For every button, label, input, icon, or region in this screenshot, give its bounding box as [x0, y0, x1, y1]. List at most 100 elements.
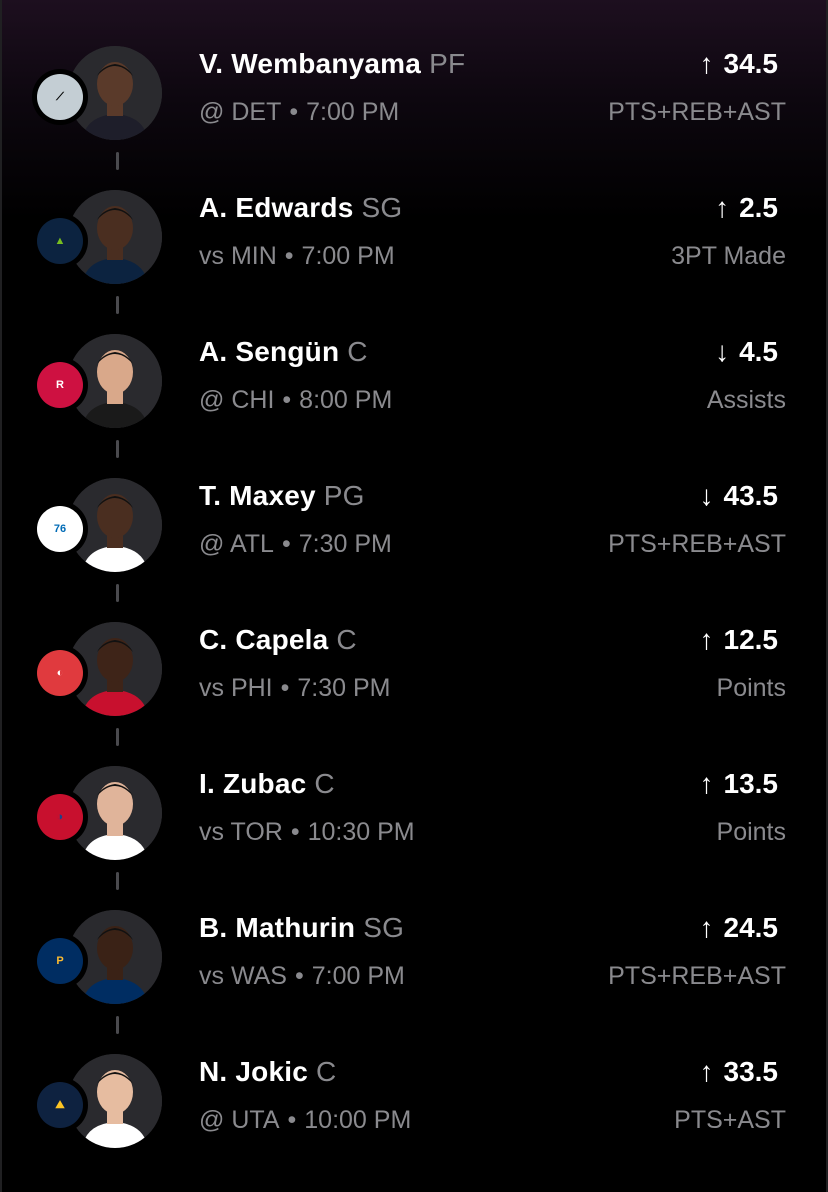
line-value: 4.5	[739, 336, 778, 367]
player-position: C	[315, 1056, 337, 1087]
game-time: 10:30 PM	[307, 818, 415, 846]
projection-line: ↓ 4.5	[715, 336, 778, 368]
projection-line: ↑ 33.5	[700, 1056, 779, 1088]
player-position: SG	[361, 192, 403, 223]
game-time: 7:30 PM	[298, 530, 392, 558]
team-logo-mark: ◐	[37, 650, 83, 696]
game-time: 8:00 PM	[299, 386, 393, 414]
game-info: @ ATL • 7:30 PM	[199, 530, 392, 559]
projection-line: ↑ 34.5	[700, 48, 779, 80]
pick-row[interactable]: ⛰ N. Jokic C @ UTA • 10:00 PM ↑ 33.5 PTS+AST	[0, 1048, 828, 1192]
projection-line: ↑ 2.5	[715, 192, 778, 224]
game-info: @ DET • 7:00 PM	[199, 98, 399, 127]
player-name: A. Edwards	[199, 192, 354, 223]
game-time: 7:30 PM	[297, 674, 391, 702]
projection-line: ↑ 12.5	[700, 624, 779, 656]
opponent: ATL	[229, 530, 274, 558]
pick-row[interactable]: ◑ I. Zubac C vs TOR • 10:30 PM ↑ 13.5 Points	[0, 760, 828, 904]
opponent: CHI	[231, 386, 275, 414]
player-position: C	[347, 336, 368, 367]
venue-label: @	[199, 386, 225, 414]
player-position: PG	[323, 480, 365, 511]
player-name-line: N. Jokic C	[199, 1056, 336, 1088]
game-info: @ CHI • 8:00 PM	[199, 386, 392, 415]
player-name-line: A. Sengün C	[199, 336, 368, 368]
76ers-logo-icon: 76	[32, 501, 88, 557]
player-name: N. Jokic	[199, 1056, 308, 1087]
arrow-up-icon: ↑	[699, 624, 714, 655]
arrow-down-icon: ↓	[699, 480, 714, 511]
timeline-connector	[116, 584, 119, 602]
timeline-connector	[116, 728, 119, 746]
separator-dot: •	[280, 674, 290, 702]
player-position: SG	[363, 912, 405, 943]
arrow-up-icon: ↑	[699, 768, 714, 799]
team-logo-mark: ▲	[37, 218, 83, 264]
stat-type: PTS+REB+AST	[608, 962, 786, 990]
player-name-line: T. Maxey PG	[199, 480, 365, 512]
team-logo-mark: P	[37, 938, 83, 984]
separator-dot: •	[289, 98, 299, 126]
game-info: vs TOR • 10:30 PM	[199, 818, 415, 847]
player-name: I. Zubac	[199, 768, 307, 799]
player-position: C	[314, 768, 335, 799]
separator-dot: •	[284, 242, 294, 270]
arrow-up-icon: ↑	[699, 912, 714, 943]
separator-dot: •	[287, 1106, 297, 1134]
game-info: vs MIN • 7:00 PM	[199, 242, 395, 271]
stat-type: Assists	[706, 386, 786, 414]
arrow-down-icon: ↓	[715, 336, 730, 367]
pick-row[interactable]: ◐ C. Capela C vs PHI • 7:30 PM ↑ 12.5 Points	[0, 616, 828, 760]
separator-dot: •	[290, 818, 300, 846]
clippers-logo-icon: ◑	[32, 789, 88, 845]
player-position: PF	[429, 48, 466, 79]
game-info: @ UTA • 10:00 PM	[199, 1106, 411, 1135]
opponent: MIN	[230, 242, 277, 270]
venue-label: vs	[199, 674, 224, 702]
arrow-up-icon: ↑	[699, 48, 714, 79]
timeline-connector	[116, 1016, 119, 1034]
venue-label: @	[199, 1106, 225, 1134]
timeline-connector	[116, 296, 119, 314]
separator-dot: •	[281, 530, 291, 558]
player-name: A. Sengün	[199, 336, 340, 367]
pick-row[interactable]: 76 T. Maxey PG @ ATL • 7:30 PM ↓ 43.5 PTS+RE…	[0, 472, 828, 616]
game-time: 7:00 PM	[311, 962, 405, 990]
line-value: 24.5	[723, 912, 779, 943]
pick-row[interactable]: P B. Mathurin SG vs WAS • 7:00 PM ↑ 24.5 PTS…	[0, 904, 828, 1048]
timeline-connector	[116, 440, 119, 458]
opponent: UTA	[231, 1106, 280, 1134]
line-value: 12.5	[723, 624, 779, 655]
pick-row[interactable]: ▲ A. Edwards SG vs MIN • 7:00 PM ↑ 2.5 3PT M…	[0, 184, 828, 328]
game-info: vs PHI • 7:30 PM	[199, 674, 391, 703]
timeline-connector	[116, 872, 119, 890]
spurs-logo-icon: ⟋	[32, 69, 88, 125]
pick-row[interactable]: R A. Sengün C @ CHI • 8:00 PM ↓ 4.5 Assists	[0, 328, 828, 472]
stat-type: PTS+AST	[674, 1106, 786, 1134]
player-name-line: B. Mathurin SG	[199, 912, 404, 944]
stat-type: PTS+REB+AST	[608, 530, 786, 558]
venue-label: vs	[199, 818, 224, 846]
separator-dot: •	[282, 386, 292, 414]
venue-label: @	[199, 98, 225, 126]
nuggets-logo-icon: ⛰	[32, 1077, 88, 1133]
player-name-line: C. Capela C	[199, 624, 357, 656]
line-value: 13.5	[723, 768, 779, 799]
player-name: V. Wembanyama	[199, 48, 422, 79]
team-logo-mark: R	[37, 362, 83, 408]
pick-row[interactable]: ⟋ V. Wembanyama PF @ DET • 7:00 PM ↑ 34.5 PT…	[0, 40, 828, 184]
separator-dot: •	[294, 962, 304, 990]
projection-line: ↑ 24.5	[700, 912, 779, 944]
player-name: T. Maxey	[199, 480, 316, 511]
pacers-logo-icon: P	[32, 933, 88, 989]
stat-type: PTS+REB+AST	[608, 98, 786, 126]
projection-line: ↓ 43.5	[700, 480, 779, 512]
hawks-logo-icon: ◐	[32, 645, 88, 701]
player-name-line: V. Wembanyama PF	[199, 48, 465, 80]
opponent: TOR	[230, 818, 283, 846]
opponent: WAS	[230, 962, 287, 990]
line-value: 2.5	[739, 192, 778, 223]
game-info: vs WAS • 7:00 PM	[199, 962, 405, 991]
player-name: B. Mathurin	[199, 912, 356, 943]
timeline-connector	[116, 152, 119, 170]
